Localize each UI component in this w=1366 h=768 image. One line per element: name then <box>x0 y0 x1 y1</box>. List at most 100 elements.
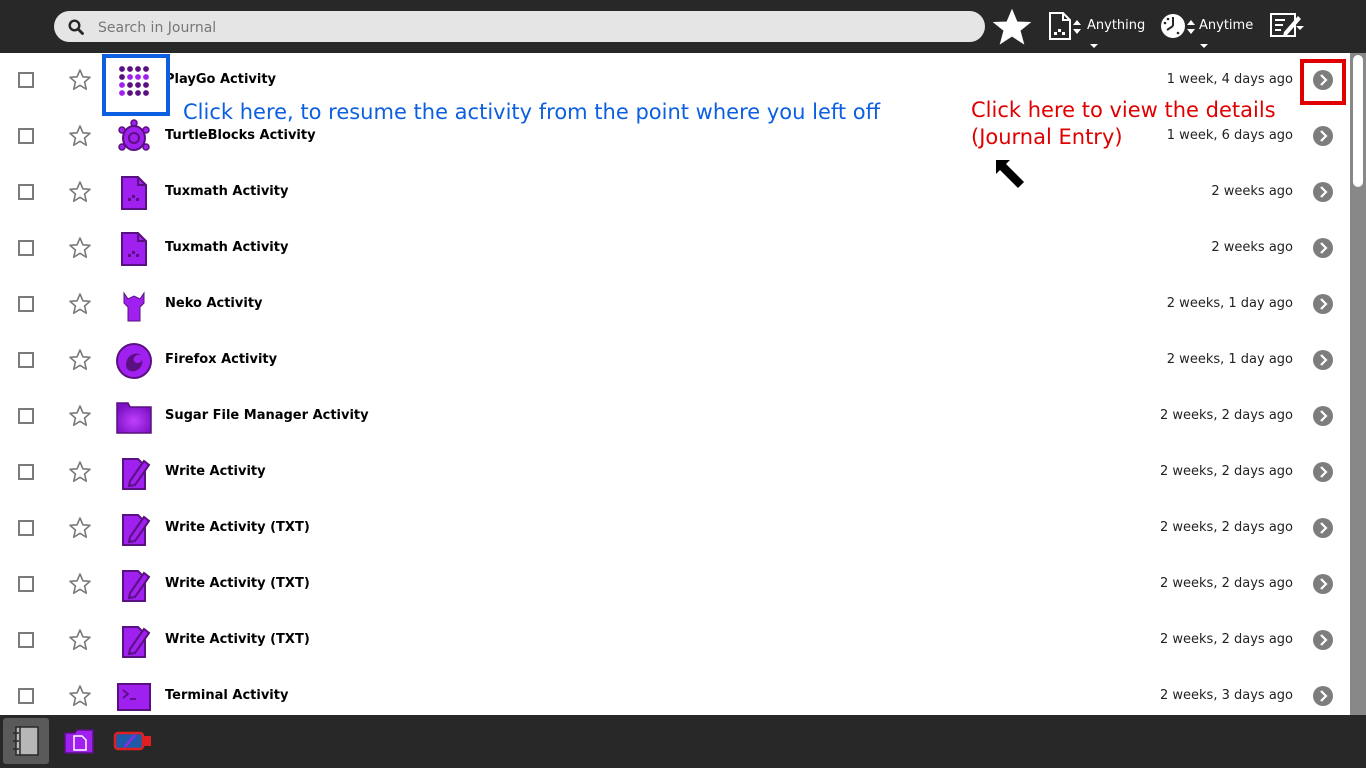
select-checkbox[interactable] <box>18 520 34 536</box>
scrollbar-thumb[interactable] <box>1353 55 1363 187</box>
journal-toolbar: Anything Anytime <box>0 0 1366 53</box>
journal-icon <box>13 726 39 756</box>
journal-entry-row[interactable]: Tuxmath Activity 2 weeks ago <box>0 165 1350 221</box>
favorite-star-icon[interactable] <box>68 124 92 148</box>
journal-entry-row[interactable]: Write Activity (TXT) 2 weeks, 2 days ago <box>0 501 1350 557</box>
journal-entry-row[interactable]: Write Activity (TXT) 2 weeks, 2 days ago <box>0 557 1350 613</box>
entry-title[interactable]: Write Activity (TXT) <box>165 576 310 591</box>
folder-icon[interactable] <box>116 399 152 435</box>
journal-entry-row[interactable]: Neko Activity 2 weeks, 1 day ago <box>0 277 1350 333</box>
select-checkbox[interactable] <box>18 632 34 648</box>
entry-title[interactable]: Terminal Activity <box>165 688 288 703</box>
firefox-icon[interactable] <box>116 343 152 379</box>
journal-entry-row[interactable]: Write Activity 2 weeks, 2 days ago <box>0 445 1350 501</box>
chevron-right-icon <box>1320 410 1328 422</box>
favorites-filter-star-icon[interactable] <box>992 7 1032 47</box>
write-icon[interactable] <box>116 623 152 659</box>
type-filter-button[interactable]: Anything <box>1046 8 1146 52</box>
write-icon[interactable] <box>116 567 152 603</box>
select-checkbox[interactable] <box>18 576 34 592</box>
select-checkbox[interactable] <box>18 128 34 144</box>
entry-title[interactable]: Tuxmath Activity <box>165 184 288 199</box>
usb-drive-tray-button[interactable] <box>109 718 155 764</box>
favorite-star-icon[interactable] <box>68 516 92 540</box>
entry-timestamp: 2 weeks ago <box>1211 184 1293 199</box>
entry-details-button[interactable] <box>1313 126 1333 146</box>
entry-title[interactable]: PlayGo Activity <box>165 72 276 87</box>
search-input[interactable] <box>96 15 960 40</box>
terminal-icon[interactable] <box>116 679 152 715</box>
entry-timestamp: 2 weeks, 1 day ago <box>1166 352 1293 367</box>
favorite-star-icon[interactable] <box>68 236 92 260</box>
write-icon[interactable] <box>116 511 152 547</box>
select-checkbox[interactable] <box>18 296 34 312</box>
entry-title[interactable]: Write Activity (TXT) <box>165 520 310 535</box>
journal-entry-row[interactable]: Sugar File Manager Activity 2 weeks, 2 d… <box>0 389 1350 445</box>
journal-entry-row[interactable]: Write Activity (TXT) 2 weeks, 2 days ago <box>0 613 1350 669</box>
entry-details-button[interactable] <box>1313 630 1333 650</box>
favorite-star-icon[interactable] <box>68 348 92 372</box>
favorite-star-icon[interactable] <box>68 68 92 92</box>
journal-entry-row[interactable]: Terminal Activity 2 weeks, 3 days ago <box>0 669 1350 715</box>
entry-timestamp: 2 weeks ago <box>1211 240 1293 255</box>
journal-entry-row[interactable]: Firefox Activity 2 weeks, 1 day ago <box>0 333 1350 389</box>
entry-details-button[interactable] <box>1313 518 1333 538</box>
chevron-right-icon <box>1320 578 1328 590</box>
select-checkbox[interactable] <box>18 408 34 424</box>
time-filter-label: Anytime <box>1199 18 1254 33</box>
entry-title[interactable]: Sugar File Manager Activity <box>165 408 369 423</box>
dropdown-indicator-icon <box>1090 44 1098 48</box>
journal-entry-row[interactable]: Tuxmath Activity 2 weeks ago <box>0 221 1350 277</box>
entry-details-button[interactable] <box>1313 574 1333 594</box>
turtle-icon[interactable] <box>116 119 152 155</box>
clock-filter-icon <box>1161 14 1185 38</box>
entry-details-button[interactable] <box>1313 406 1333 426</box>
journal-tray-button[interactable] <box>3 718 49 764</box>
chevron-right-icon <box>1320 186 1328 198</box>
favorite-star-icon[interactable] <box>68 460 92 484</box>
entry-details-button[interactable] <box>1313 294 1333 314</box>
entry-title[interactable]: Firefox Activity <box>165 352 277 367</box>
entry-title[interactable]: Neko Activity <box>165 296 263 311</box>
chevron-right-icon <box>1320 690 1328 702</box>
select-mode-button[interactable] <box>1268 10 1304 44</box>
entry-title[interactable]: TurtleBlocks Activity <box>165 128 316 143</box>
time-filter-button[interactable]: Anytime <box>1159 8 1259 52</box>
entry-details-button[interactable] <box>1313 238 1333 258</box>
details-annotation-text: Click here to view the details (Journal … <box>971 97 1276 151</box>
entry-timestamp: 2 weeks, 2 days ago <box>1160 520 1293 535</box>
entry-title[interactable]: Write Activity <box>165 464 266 479</box>
write-icon[interactable] <box>116 455 152 491</box>
select-checkbox[interactable] <box>18 184 34 200</box>
cat-icon[interactable] <box>116 287 152 323</box>
select-checkbox[interactable] <box>18 240 34 256</box>
bottom-device-tray <box>0 715 1366 768</box>
document-icon[interactable] <box>116 175 152 211</box>
entry-details-button[interactable] <box>1313 686 1333 706</box>
favorite-star-icon[interactable] <box>68 628 92 652</box>
entry-details-button[interactable] <box>1313 350 1333 370</box>
entry-details-button[interactable] <box>1313 182 1333 202</box>
favorite-star-icon[interactable] <box>68 572 92 596</box>
select-checkbox[interactable] <box>18 352 34 368</box>
favorite-star-icon[interactable] <box>68 684 92 708</box>
list-scrollbar[interactable] <box>1350 53 1366 715</box>
documents-tray-button[interactable] <box>56 718 102 764</box>
entry-timestamp: 2 weeks, 3 days ago <box>1160 688 1293 703</box>
select-checkbox[interactable] <box>18 464 34 480</box>
resume-annotation-text: Click here, to resume the activity from … <box>183 100 881 124</box>
edit-list-icon <box>1270 13 1304 37</box>
entry-title[interactable]: Write Activity (TXT) <box>165 632 310 647</box>
search-box[interactable] <box>54 11 985 42</box>
document-icon[interactable] <box>116 231 152 267</box>
chevron-right-icon <box>1320 634 1328 646</box>
documents-folder-icon <box>64 729 94 754</box>
entry-title[interactable]: Tuxmath Activity <box>165 240 288 255</box>
chevron-right-icon <box>1320 354 1328 366</box>
entry-details-button[interactable] <box>1313 462 1333 482</box>
favorite-star-icon[interactable] <box>68 292 92 316</box>
favorite-star-icon[interactable] <box>68 404 92 428</box>
select-checkbox[interactable] <box>18 72 34 88</box>
favorite-star-icon[interactable] <box>68 180 92 204</box>
select-checkbox[interactable] <box>18 688 34 704</box>
